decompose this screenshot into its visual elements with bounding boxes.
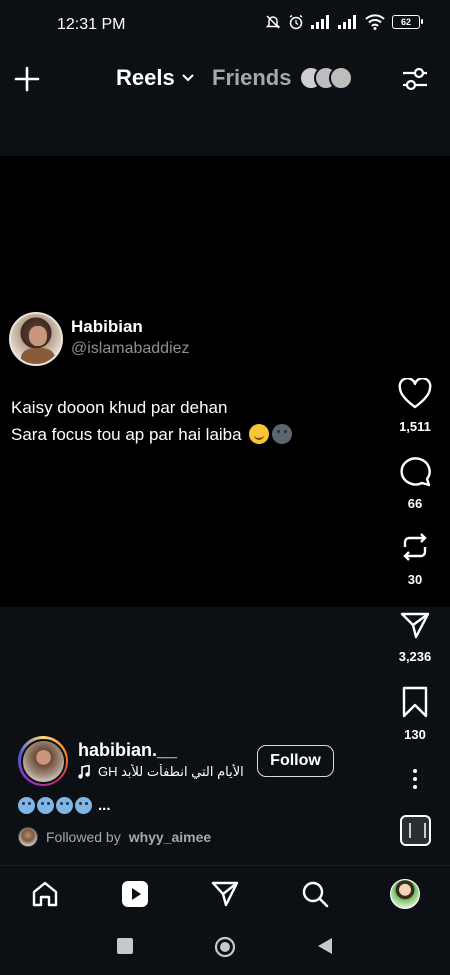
profile-avatar[interactable] xyxy=(390,879,420,909)
tweet-author-name: Habibian xyxy=(71,317,143,336)
tab-reels[interactable]: Reels xyxy=(116,65,195,91)
tweet-text: Kaisy dooon khud par dehan Sara focus to… xyxy=(11,394,381,448)
recents-icon[interactable] xyxy=(116,937,134,955)
battery-icon: 62 xyxy=(392,15,423,29)
follower-avatar xyxy=(18,827,38,847)
followed-by[interactable]: Followed by whyy_aimee xyxy=(18,827,211,847)
heart-icon xyxy=(398,378,432,409)
tweet-line-2: Sara focus tou ap par hai laiba xyxy=(11,425,242,444)
wifi-icon xyxy=(365,14,385,30)
like-button[interactable]: 1,511 xyxy=(390,378,440,434)
followed-by-prefix: Followed by xyxy=(46,829,121,845)
tab-friends-label: Friends xyxy=(212,65,292,90)
back-icon[interactable] xyxy=(316,937,334,955)
reels-screen: 12:31 PM 62 Reels Friends Habibian @isla… xyxy=(0,0,450,975)
audio-info[interactable]: الأيام التي انطفأت للأبد GH xyxy=(78,764,248,780)
audio-thumbnail[interactable] xyxy=(400,815,431,846)
share-button[interactable]: 3,236 xyxy=(390,610,440,664)
status-time: 12:31 PM xyxy=(57,16,126,33)
status-icons: 62 xyxy=(265,14,423,30)
reel-video[interactable]: Habibian @islamabaddiez Kaisy dooon khud… xyxy=(0,156,450,607)
tweet-author-handle: @islamabaddiez xyxy=(71,340,190,357)
send-icon[interactable] xyxy=(210,879,240,909)
plus-icon[interactable] xyxy=(12,64,42,94)
repost-icon xyxy=(403,533,427,561)
comment-count: 66 xyxy=(407,496,423,511)
alarm-icon xyxy=(289,14,303,30)
battery-level: 62 xyxy=(400,17,411,27)
sad-face-emoji-icon xyxy=(56,797,73,814)
home-icon[interactable] xyxy=(30,879,60,909)
tab-friends[interactable]: Friends xyxy=(212,65,354,91)
bookmark-icon xyxy=(402,686,428,718)
signal-icon-2 xyxy=(338,15,356,29)
like-count: 1,511 xyxy=(399,419,431,434)
save-count: 130 xyxy=(404,727,426,742)
bottom-nav xyxy=(0,865,450,923)
comment-icon xyxy=(400,457,431,487)
friend-avatars xyxy=(299,66,354,90)
sad-face-emoji-icon xyxy=(18,797,35,814)
save-button[interactable]: 130 xyxy=(390,686,440,742)
audio-title: الأيام التي انطفأت للأبد GH xyxy=(98,764,244,779)
follow-button[interactable]: Follow xyxy=(257,745,334,777)
followed-by-user: whyy_aimee xyxy=(128,829,212,845)
caption[interactable]: ... xyxy=(18,797,111,814)
repost-count: 30 xyxy=(407,572,423,587)
comment-button[interactable]: 66 xyxy=(390,455,440,511)
caption-more: ... xyxy=(98,797,111,814)
sad-face-emoji-icon xyxy=(75,797,92,814)
home-circle-icon[interactable] xyxy=(214,936,236,958)
signal-icon xyxy=(311,15,329,29)
filter-icon[interactable] xyxy=(400,64,430,94)
poster-avatar-image xyxy=(20,738,66,784)
friend-avatar xyxy=(329,66,354,90)
music-note-icon xyxy=(78,765,90,779)
send-icon xyxy=(400,612,430,639)
tab-reels-label: Reels xyxy=(116,65,175,90)
search-icon[interactable] xyxy=(300,879,330,909)
chevron-down-icon xyxy=(182,74,194,82)
system-nav-bar xyxy=(0,923,450,975)
share-count: 3,236 xyxy=(398,649,432,664)
bell-muted-icon xyxy=(265,15,281,29)
repost-button[interactable]: 30 xyxy=(390,531,440,587)
poster-username[interactable]: habibian.__ xyxy=(78,740,177,761)
top-header: Reels Friends xyxy=(0,52,450,108)
sad-face-emoji-icon xyxy=(37,797,54,814)
smile-emoji-icon xyxy=(249,424,270,444)
more-vertical-icon xyxy=(413,769,417,789)
tweet-line-1: Kaisy dooon khud par dehan xyxy=(11,398,228,417)
more-options-button[interactable] xyxy=(390,768,440,790)
moon-face-emoji-icon xyxy=(272,424,293,444)
poster-avatar[interactable] xyxy=(18,736,68,786)
tweet-avatar xyxy=(9,312,63,366)
reels-icon[interactable] xyxy=(120,879,150,909)
tweet-line-2-wrap: Sara focus tou ap par hai laiba xyxy=(11,421,381,448)
status-bar: 12:31 PM 62 xyxy=(0,0,450,52)
